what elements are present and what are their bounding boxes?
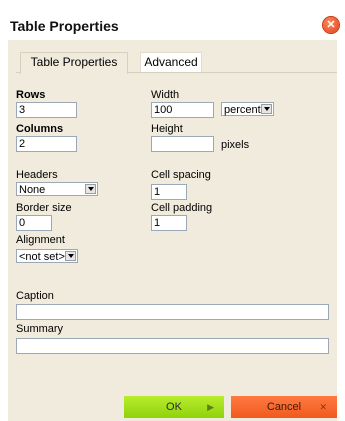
cancel-button[interactable]: Cancel ✕	[231, 396, 337, 418]
table-properties-panel: Rows Columns Headers None Border size Al…	[16, 72, 337, 371]
arrow-right-icon: ▶	[207, 402, 214, 412]
cell-padding-label: Cell padding	[151, 202, 213, 214]
columns-input[interactable]	[16, 136, 77, 152]
chevron-down-icon	[65, 251, 76, 261]
width-unit-select[interactable]: percent	[221, 102, 274, 116]
dialog-footer: OK ▶ Cancel ✕	[8, 396, 337, 421]
caption-label: Caption	[16, 290, 54, 302]
alignment-select[interactable]: <not set>	[16, 249, 78, 263]
alignment-select-value: <not set>	[19, 251, 65, 263]
ok-button[interactable]: OK ▶	[124, 396, 224, 418]
rows-label: Rows	[16, 89, 46, 101]
cell-spacing-input[interactable]	[151, 184, 187, 200]
headers-select[interactable]: None	[16, 182, 98, 196]
ok-button-label: OK	[166, 401, 182, 413]
chevron-down-icon	[85, 184, 96, 194]
cell-padding-input[interactable]	[151, 215, 187, 231]
rows-input[interactable]	[16, 102, 77, 118]
width-unit-value: percent	[224, 104, 261, 116]
tab-advanced[interactable]: Advanced	[140, 52, 202, 72]
summary-label: Summary	[16, 323, 64, 335]
alignment-label: Alignment	[16, 234, 65, 246]
height-unit-label: pixels	[221, 139, 250, 151]
table-properties-dialog: Table Properties ✕ Table Properties Adva…	[0, 0, 345, 421]
height-input[interactable]	[151, 136, 214, 152]
cell-spacing-label: Cell spacing	[151, 169, 211, 181]
dialog-titlebar: Table Properties ✕	[8, 8, 339, 41]
headers-select-value: None	[19, 184, 46, 196]
dialog-title: Table Properties	[10, 18, 119, 34]
dialog-body: Table Properties Advanced Rows Columns H…	[8, 40, 337, 421]
chevron-down-icon	[261, 104, 272, 114]
border-size-label: Border size	[16, 202, 72, 214]
summary-input[interactable]	[16, 338, 329, 354]
headers-label: Headers	[16, 169, 58, 181]
close-icon: ✕	[319, 402, 327, 412]
close-icon[interactable]: ✕	[323, 17, 339, 33]
height-label: Height	[151, 123, 183, 135]
tab-table-properties[interactable]: Table Properties	[20, 52, 128, 74]
width-input[interactable]	[151, 102, 214, 118]
cancel-button-label: Cancel	[266, 401, 302, 413]
border-size-input[interactable]	[16, 215, 52, 231]
caption-input[interactable]	[16, 304, 329, 320]
columns-label: Columns	[16, 123, 64, 135]
width-label: Width	[151, 89, 180, 101]
